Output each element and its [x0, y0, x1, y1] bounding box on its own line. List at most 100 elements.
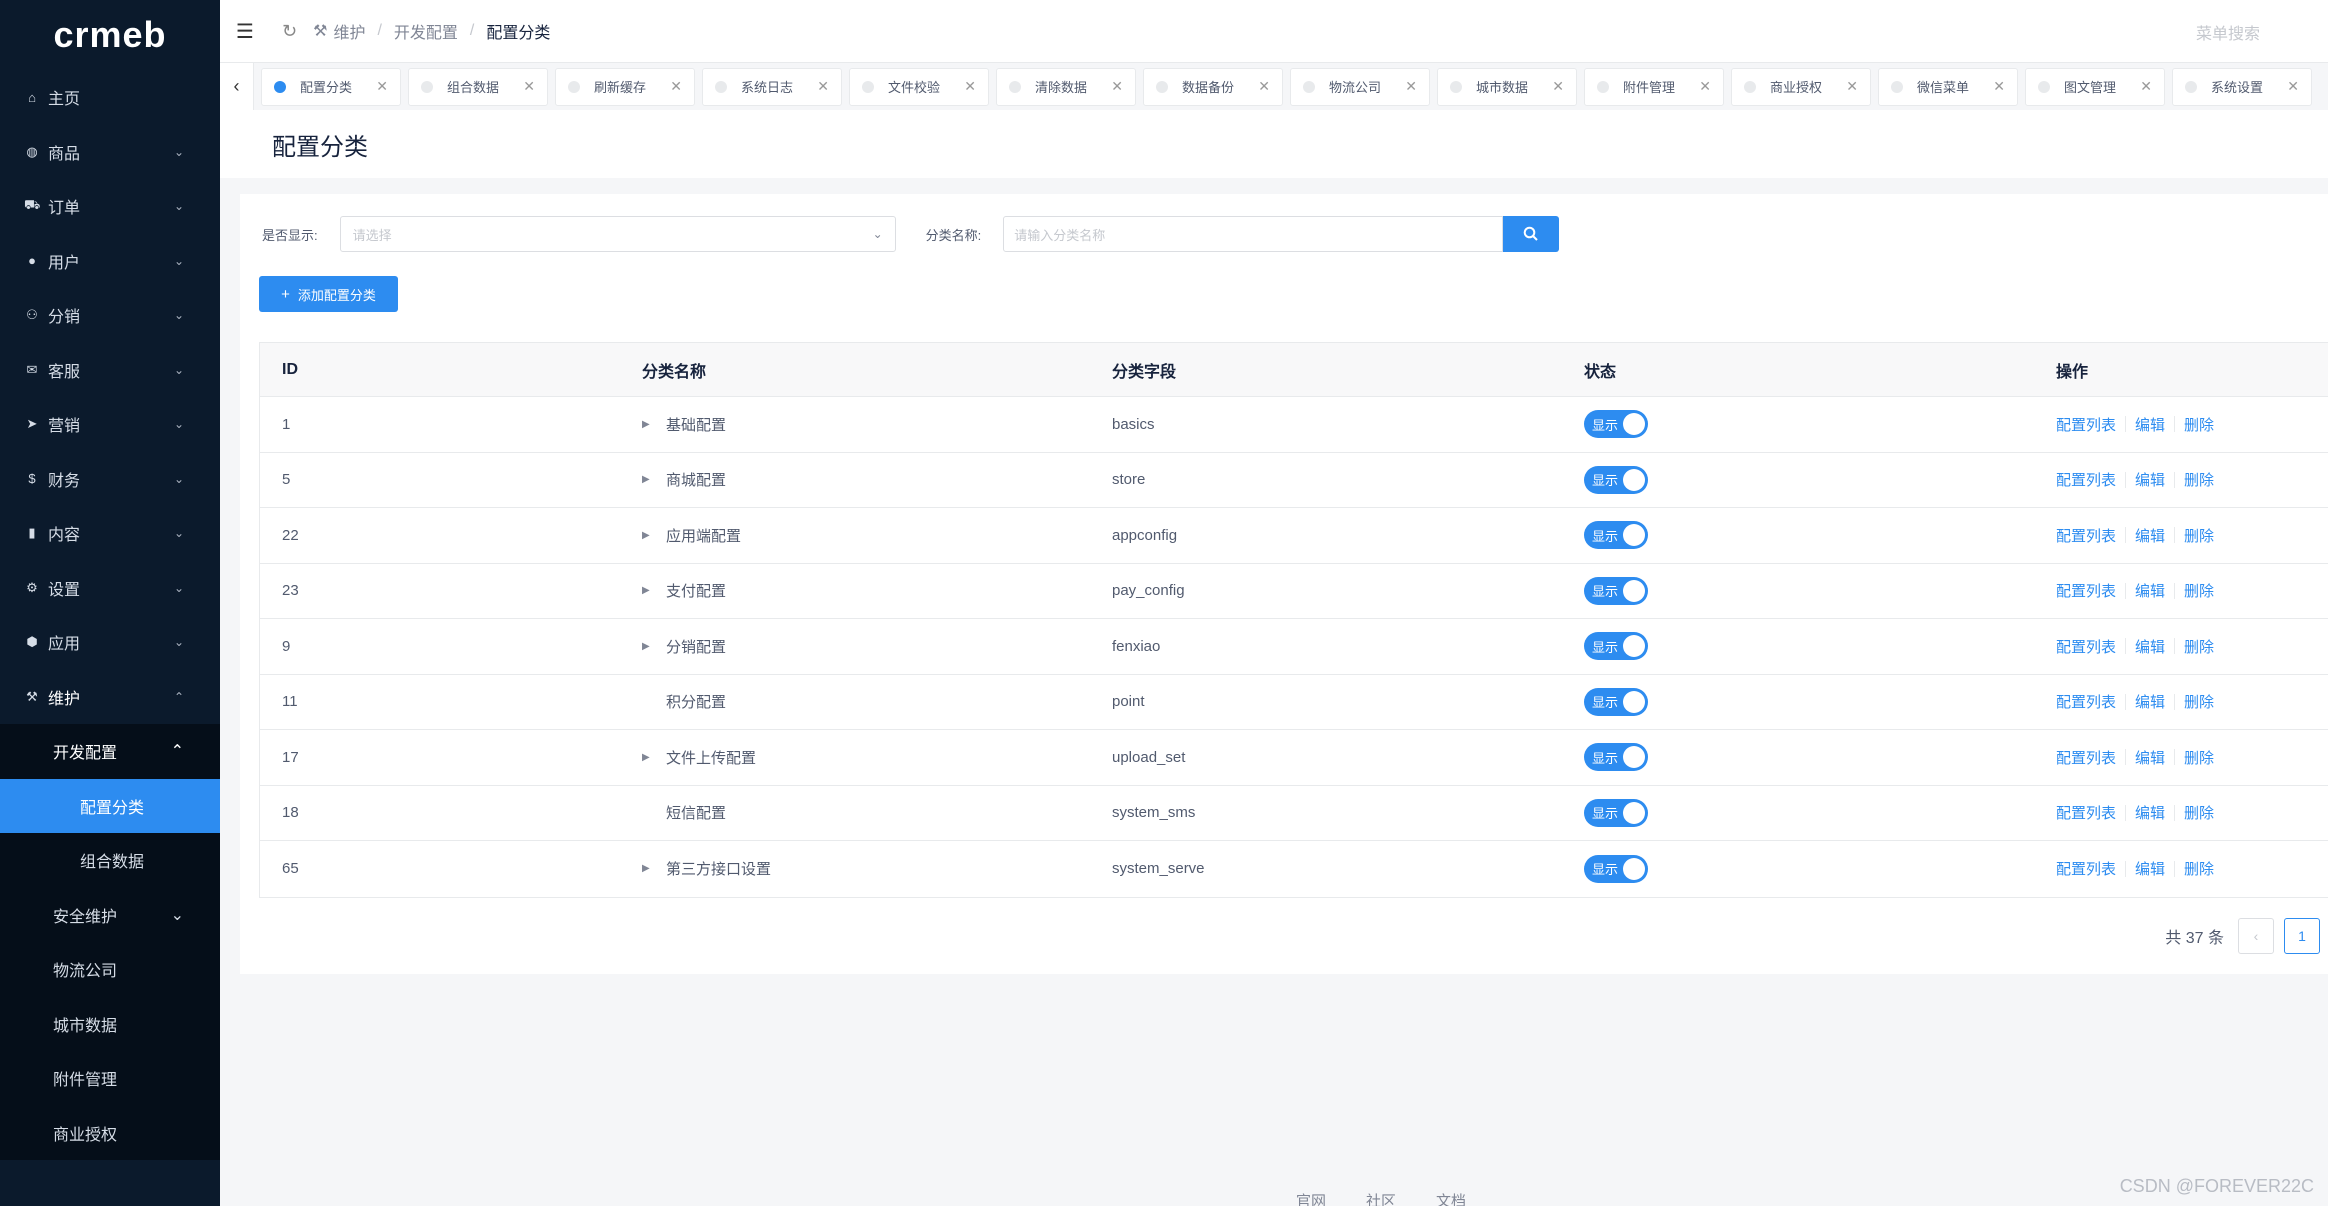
status-toggle[interactable]: 显示 — [1584, 632, 1648, 661]
search-button[interactable] — [1503, 216, 1560, 252]
close-icon[interactable]: ✕ — [670, 78, 682, 95]
delete-link[interactable]: 删除 — [2184, 747, 2214, 768]
config-list-link[interactable]: 配置列表 — [2056, 580, 2116, 601]
sidebar-item-7[interactable]: $ 财务 ⌄ — [0, 452, 220, 507]
sidebar-item-5[interactable]: ✉ 客服 ⌄ — [0, 343, 220, 398]
status-toggle[interactable]: 显示 — [1584, 521, 1648, 550]
sidebar-item-11[interactable]: ⚒ 维护 ⌃ — [0, 670, 220, 725]
sidebar-item-attachment[interactable]: 附件管理 — [0, 1051, 220, 1106]
tab-4[interactable]: 文件校验 ✕ — [849, 67, 989, 106]
config-list-link[interactable]: 配置列表 — [2056, 525, 2116, 546]
sidebar-item-2[interactable]: ⛟ 订单 ⌄ — [0, 179, 220, 234]
category-name-input[interactable]: 请输入分类名称 — [1003, 216, 1504, 252]
edit-link[interactable]: 编辑 — [2135, 636, 2165, 657]
status-toggle[interactable]: 显示 — [1584, 465, 1648, 494]
status-toggle[interactable]: 显示 — [1584, 576, 1648, 605]
sidebar-item-10[interactable]: ⬢ 应用 ⌄ — [0, 615, 220, 670]
footer-link[interactable]: 社区 — [1366, 1190, 1396, 1206]
close-icon[interactable]: ✕ — [1993, 78, 2005, 95]
edit-link[interactable]: 编辑 — [2135, 525, 2165, 546]
show-select[interactable]: 请选择 ⌄ — [339, 216, 896, 252]
page-button-current[interactable]: 1 — [2284, 918, 2320, 954]
config-list-link[interactable]: 配置列表 — [2056, 747, 2116, 768]
edit-link[interactable]: 编辑 — [2135, 691, 2165, 712]
config-list-link[interactable]: 配置列表 — [2056, 858, 2116, 879]
config-list-link[interactable]: 配置列表 — [2056, 469, 2116, 490]
delete-link[interactable]: 删除 — [2184, 691, 2214, 712]
status-toggle[interactable]: 显示 — [1584, 743, 1648, 772]
config-list-link[interactable]: 配置列表 — [2056, 636, 2116, 657]
add-config-category-button[interactable]: + 添加配置分类 — [259, 276, 398, 312]
expand-arrow-icon[interactable]: ▶ — [642, 585, 666, 596]
refresh-icon[interactable]: ↻ — [282, 21, 297, 42]
sidebar-item-dev-config[interactable]: 开发配置 ⌃ — [0, 724, 220, 779]
tab-1[interactable]: 组合数据 ✕ — [408, 67, 548, 106]
sidebar-item-4[interactable]: ⚇ 分销 ⌄ — [0, 288, 220, 343]
close-icon[interactable]: ✕ — [523, 78, 535, 95]
breadcrumb-item[interactable]: 开发配置 — [394, 19, 458, 43]
delete-link[interactable]: 删除 — [2184, 580, 2214, 601]
close-icon[interactable]: ✕ — [2140, 78, 2152, 95]
expand-arrow-icon[interactable]: ▶ — [642, 752, 666, 763]
footer-link[interactable]: 文档 — [1436, 1190, 1466, 1206]
delete-link[interactable]: 删除 — [2184, 858, 2214, 879]
close-icon[interactable]: ✕ — [964, 78, 976, 95]
edit-link[interactable]: 编辑 — [2135, 414, 2165, 435]
close-icon[interactable]: ✕ — [376, 78, 388, 95]
delete-link[interactable]: 删除 — [2184, 414, 2214, 435]
edit-link[interactable]: 编辑 — [2135, 858, 2165, 879]
close-icon[interactable]: ✕ — [1846, 78, 1858, 95]
close-icon[interactable]: ✕ — [1405, 78, 1417, 95]
tab-11[interactable]: 微信菜单 ✕ — [1878, 67, 2018, 106]
sidebar-item-0[interactable]: ⌂ 主页 — [0, 70, 220, 125]
tab-13[interactable]: 系统设置 ✕ — [2172, 67, 2312, 106]
expand-arrow-icon[interactable]: ▶ — [642, 863, 666, 874]
tab-10[interactable]: 商业授权 ✕ — [1731, 67, 1871, 106]
tabs-prev-icon[interactable]: ‹ — [220, 63, 254, 110]
delete-link[interactable]: 删除 — [2184, 525, 2214, 546]
tab-6[interactable]: 数据备份 ✕ — [1143, 67, 1283, 106]
menu-toggle-icon[interactable]: ☰ — [236, 19, 260, 44]
config-list-link[interactable]: 配置列表 — [2056, 802, 2116, 823]
tab-2[interactable]: 刷新缓存 ✕ — [555, 67, 695, 106]
tab-7[interactable]: 物流公司 ✕ — [1290, 67, 1430, 106]
status-toggle[interactable]: 显示 — [1584, 410, 1648, 439]
close-icon[interactable]: ✕ — [817, 78, 829, 95]
sidebar-item-config-category[interactable]: 配置分类 — [0, 778, 220, 833]
sidebar-item-3[interactable]: ● 用户 ⌄ — [0, 234, 220, 289]
sidebar-item-city-data[interactable]: 城市数据 — [0, 997, 220, 1052]
tab-5[interactable]: 清除数据 ✕ — [996, 67, 1136, 106]
sidebar-item-8[interactable]: ▮ 内容 ⌄ — [0, 506, 220, 561]
sidebar-item-logistics[interactable]: 物流公司 — [0, 942, 220, 997]
expand-arrow-icon[interactable]: ▶ — [642, 474, 666, 485]
edit-link[interactable]: 编辑 — [2135, 747, 2165, 768]
expand-arrow-icon[interactable]: ▶ — [642, 419, 666, 430]
breadcrumb-item[interactable]: 维护 — [333, 19, 365, 43]
status-toggle[interactable]: 显示 — [1584, 687, 1648, 716]
sidebar-item-group-data[interactable]: 组合数据 — [0, 833, 220, 888]
menu-search-input[interactable]: 菜单搜索 — [2196, 20, 2260, 44]
footer-link[interactable]: 官网 — [1296, 1190, 1326, 1206]
expand-arrow-icon[interactable]: ▶ — [642, 641, 666, 652]
tab-0[interactable]: 配置分类 ✕ — [261, 67, 401, 106]
edit-link[interactable]: 编辑 — [2135, 802, 2165, 823]
config-list-link[interactable]: 配置列表 — [2056, 691, 2116, 712]
sidebar-item-security[interactable]: 安全维护 ⌄ — [0, 888, 220, 943]
edit-link[interactable]: 编辑 — [2135, 580, 2165, 601]
close-icon[interactable]: ✕ — [1699, 78, 1711, 95]
sidebar-item-9[interactable]: ⚙ 设置 ⌄ — [0, 561, 220, 616]
expand-arrow-icon[interactable]: ▶ — [642, 530, 666, 541]
tab-8[interactable]: 城市数据 ✕ — [1437, 67, 1577, 106]
tab-9[interactable]: 附件管理 ✕ — [1584, 67, 1724, 106]
config-list-link[interactable]: 配置列表 — [2056, 414, 2116, 435]
close-icon[interactable]: ✕ — [1258, 78, 1270, 95]
tab-12[interactable]: 图文管理 ✕ — [2025, 67, 2165, 106]
close-icon[interactable]: ✕ — [2287, 78, 2299, 95]
prev-page-button[interactable]: ‹ — [2238, 918, 2274, 954]
close-icon[interactable]: ✕ — [1111, 78, 1123, 95]
status-toggle[interactable]: 显示 — [1584, 798, 1648, 827]
sidebar-item-license[interactable]: 商业授权 — [0, 1106, 220, 1161]
edit-link[interactable]: 编辑 — [2135, 469, 2165, 490]
delete-link[interactable]: 删除 — [2184, 469, 2214, 490]
delete-link[interactable]: 删除 — [2184, 636, 2214, 657]
